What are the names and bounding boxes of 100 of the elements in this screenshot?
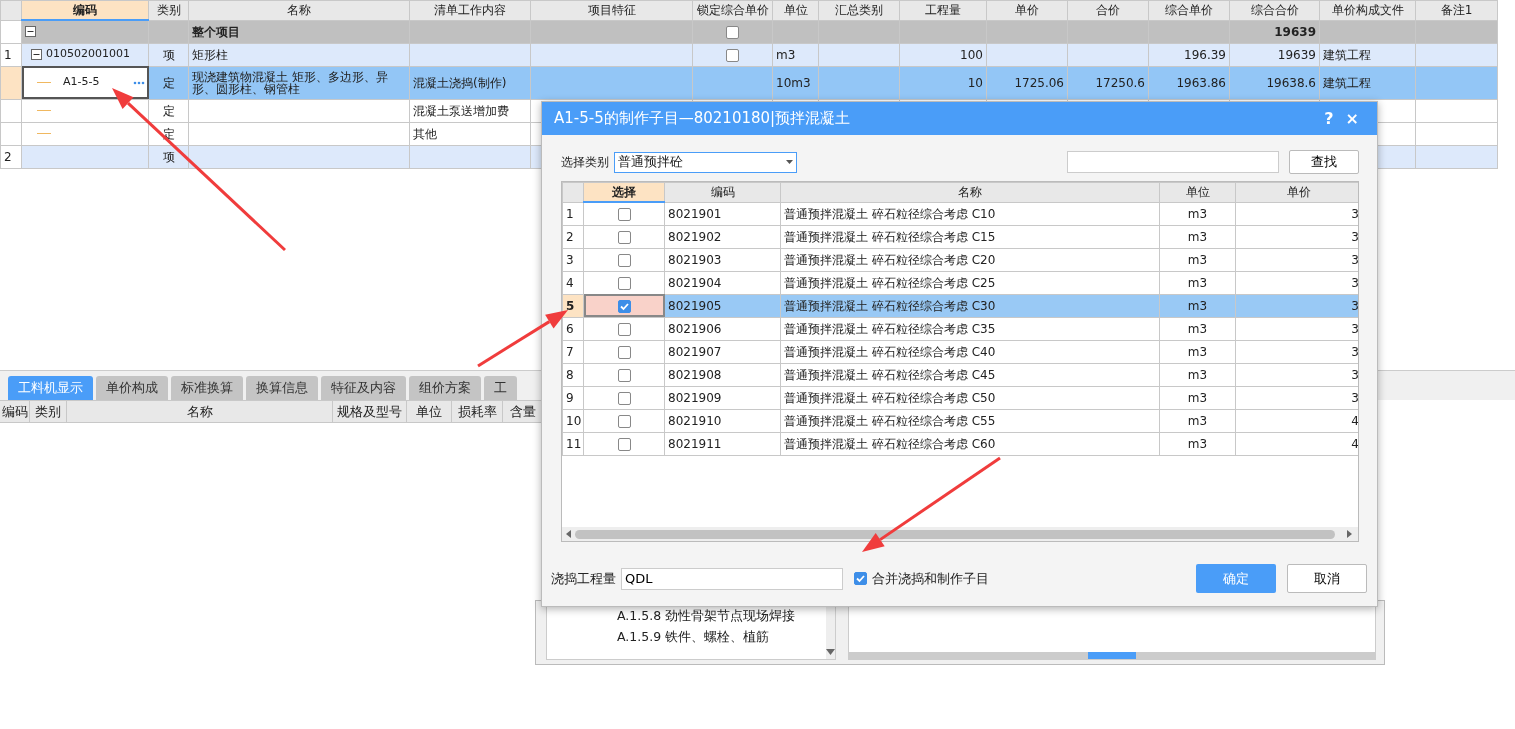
row-code: A1-5-5	[63, 74, 100, 91]
row-number: 4	[562, 271, 584, 294]
column-header[interactable]: 含量	[503, 400, 543, 423]
column-header[interactable]: 单位	[407, 400, 452, 423]
column-header[interactable]: 单位	[1159, 182, 1236, 202]
quantity-field[interactable]: QDL	[621, 567, 843, 590]
column-header[interactable]: 单价构成文件	[1319, 0, 1416, 20]
table-cell: 建筑工程	[1319, 66, 1416, 99]
collapse-icon[interactable]	[31, 49, 42, 60]
code-cell-editor[interactable]: A1-5-5	[21, 66, 149, 99]
column-header[interactable]: 汇总类别	[818, 0, 900, 20]
more-icon[interactable]	[133, 80, 145, 85]
column-header[interactable]: 编码	[0, 400, 30, 423]
column-header[interactable]: 综合单价	[1148, 0, 1230, 20]
table-cell: 普通预拌混凝土 碎石粒径综合考虑 C10	[780, 202, 1160, 225]
row-number: 3	[562, 248, 584, 271]
column-header[interactable]: 损耗率	[452, 400, 503, 423]
tab[interactable]: 工	[484, 376, 517, 400]
left-arrow-icon[interactable]	[566, 530, 571, 538]
tab[interactable]: 换算信息	[246, 376, 318, 400]
column-header[interactable]: 类别	[148, 0, 189, 20]
checkbox[interactable]	[617, 368, 631, 382]
table-cell: 现浇建筑物混凝土 矩形、多边形、异形、圆形柱、钢管柱	[188, 66, 410, 99]
column-header[interactable]: 选择	[583, 182, 665, 202]
column-header[interactable]: 名称	[780, 182, 1160, 202]
column-header[interactable]: 合价	[1067, 0, 1149, 20]
checkbox[interactable]	[726, 25, 739, 39]
column-header[interactable]: 备注1	[1415, 0, 1498, 20]
column-header[interactable]: 单价	[1235, 182, 1358, 202]
row-number: 1	[0, 43, 22, 66]
table-cell: 普通预拌混凝土 碎石粒径综合考虑 C60	[780, 432, 1160, 455]
table-cell: 8021902	[664, 225, 781, 248]
table-cell: m3	[1159, 363, 1236, 386]
tab[interactable]: 单价构成	[96, 376, 168, 400]
tab[interactable]: 特征及内容	[321, 376, 406, 400]
table-cell: 8021903	[664, 248, 781, 271]
table-cell: 其他	[409, 122, 531, 145]
search-button[interactable]: 查找	[1289, 150, 1359, 174]
scrollbar-thumb[interactable]	[575, 529, 1335, 539]
checkbox-label: 合并浇捣和制作子目	[872, 569, 989, 588]
table-cell: 混凝土浇捣(制作)	[409, 66, 531, 99]
table-cell: 普通预拌混凝土 碎石粒径综合考虑 C20	[780, 248, 1160, 271]
table-cell: m3	[1159, 202, 1236, 225]
table-cell: m3	[1159, 432, 1236, 455]
down-arrow-icon[interactable]	[826, 649, 835, 655]
row-number: 6	[562, 317, 584, 340]
column-header[interactable]: 综合合价	[1229, 0, 1320, 20]
column-header[interactable]: 工程量	[899, 0, 987, 20]
table-cell: 整个项目	[188, 20, 410, 43]
tree-item[interactable]: A.1.5.8 劲性骨架节点现场焊接	[617, 605, 796, 626]
category-dropdown[interactable]: 普通预拌砼	[614, 151, 797, 173]
tab[interactable]: 标准换算	[171, 376, 243, 400]
table-cell: 19638.6	[1229, 66, 1320, 99]
checkbox[interactable]	[617, 299, 631, 313]
column-header[interactable]: 名称	[67, 400, 333, 423]
table-cell: m3	[1159, 317, 1236, 340]
row-number: 7	[562, 340, 584, 363]
cancel-button[interactable]: 取消	[1287, 564, 1367, 593]
row-number: 8	[562, 363, 584, 386]
column-header[interactable]: 单位	[772, 0, 819, 20]
column-header[interactable]: 名称	[188, 0, 410, 20]
search-field[interactable]	[1067, 151, 1279, 173]
collapse-icon[interactable]	[25, 26, 36, 38]
checkbox[interactable]	[617, 414, 631, 428]
column-header[interactable]: 编码	[664, 182, 781, 202]
table-cell: 8021905	[664, 294, 781, 317]
row-code: 010502001001	[46, 46, 130, 63]
table-cell: 普通预拌混凝土 碎石粒径综合考虑 C50	[780, 386, 1160, 409]
table-cell: 8021909	[664, 386, 781, 409]
column-header[interactable]: 锁定综合单价	[692, 0, 773, 20]
column-header[interactable]: 清单工作内容	[409, 0, 531, 20]
column-header[interactable]: 规格及型号	[333, 400, 407, 423]
checkbox[interactable]	[617, 345, 631, 359]
field-label: 浇捣工程量	[551, 569, 616, 588]
table-cell: 3	[1235, 294, 1358, 317]
column-header[interactable]: 类别	[30, 400, 67, 423]
checkbox[interactable]	[617, 437, 631, 451]
table-cell: 8021910	[664, 409, 781, 432]
scrollbar[interactable]	[849, 652, 1375, 659]
tree-item[interactable]: A.1.5.9 铁件、螺栓、植筋	[617, 626, 770, 647]
checkbox[interactable]	[854, 572, 867, 585]
column-header[interactable]: 项目特征	[530, 0, 693, 20]
table-cell: 普通预拌混凝土 碎石粒径综合考虑 C30	[780, 294, 1160, 317]
checkbox[interactable]	[617, 322, 631, 336]
scrollbar[interactable]	[562, 527, 1358, 541]
table-cell: 8021906	[664, 317, 781, 340]
row-number: 1	[562, 202, 584, 225]
checkbox[interactable]	[617, 253, 631, 267]
checkbox[interactable]	[617, 207, 631, 221]
column-header[interactable]: 单价	[986, 0, 1068, 20]
tab[interactable]: 组价方案	[409, 376, 481, 400]
table-cell: 矩形柱	[188, 43, 410, 66]
table-cell: 17250.6	[1067, 66, 1149, 99]
checkbox[interactable]	[617, 230, 631, 244]
column-header[interactable]: 编码	[21, 0, 149, 20]
table-cell: 1725.06	[986, 66, 1068, 99]
checkbox[interactable]	[617, 391, 631, 405]
checkbox[interactable]	[726, 48, 739, 62]
checkbox[interactable]	[617, 276, 631, 290]
right-arrow-icon[interactable]	[1347, 530, 1352, 538]
